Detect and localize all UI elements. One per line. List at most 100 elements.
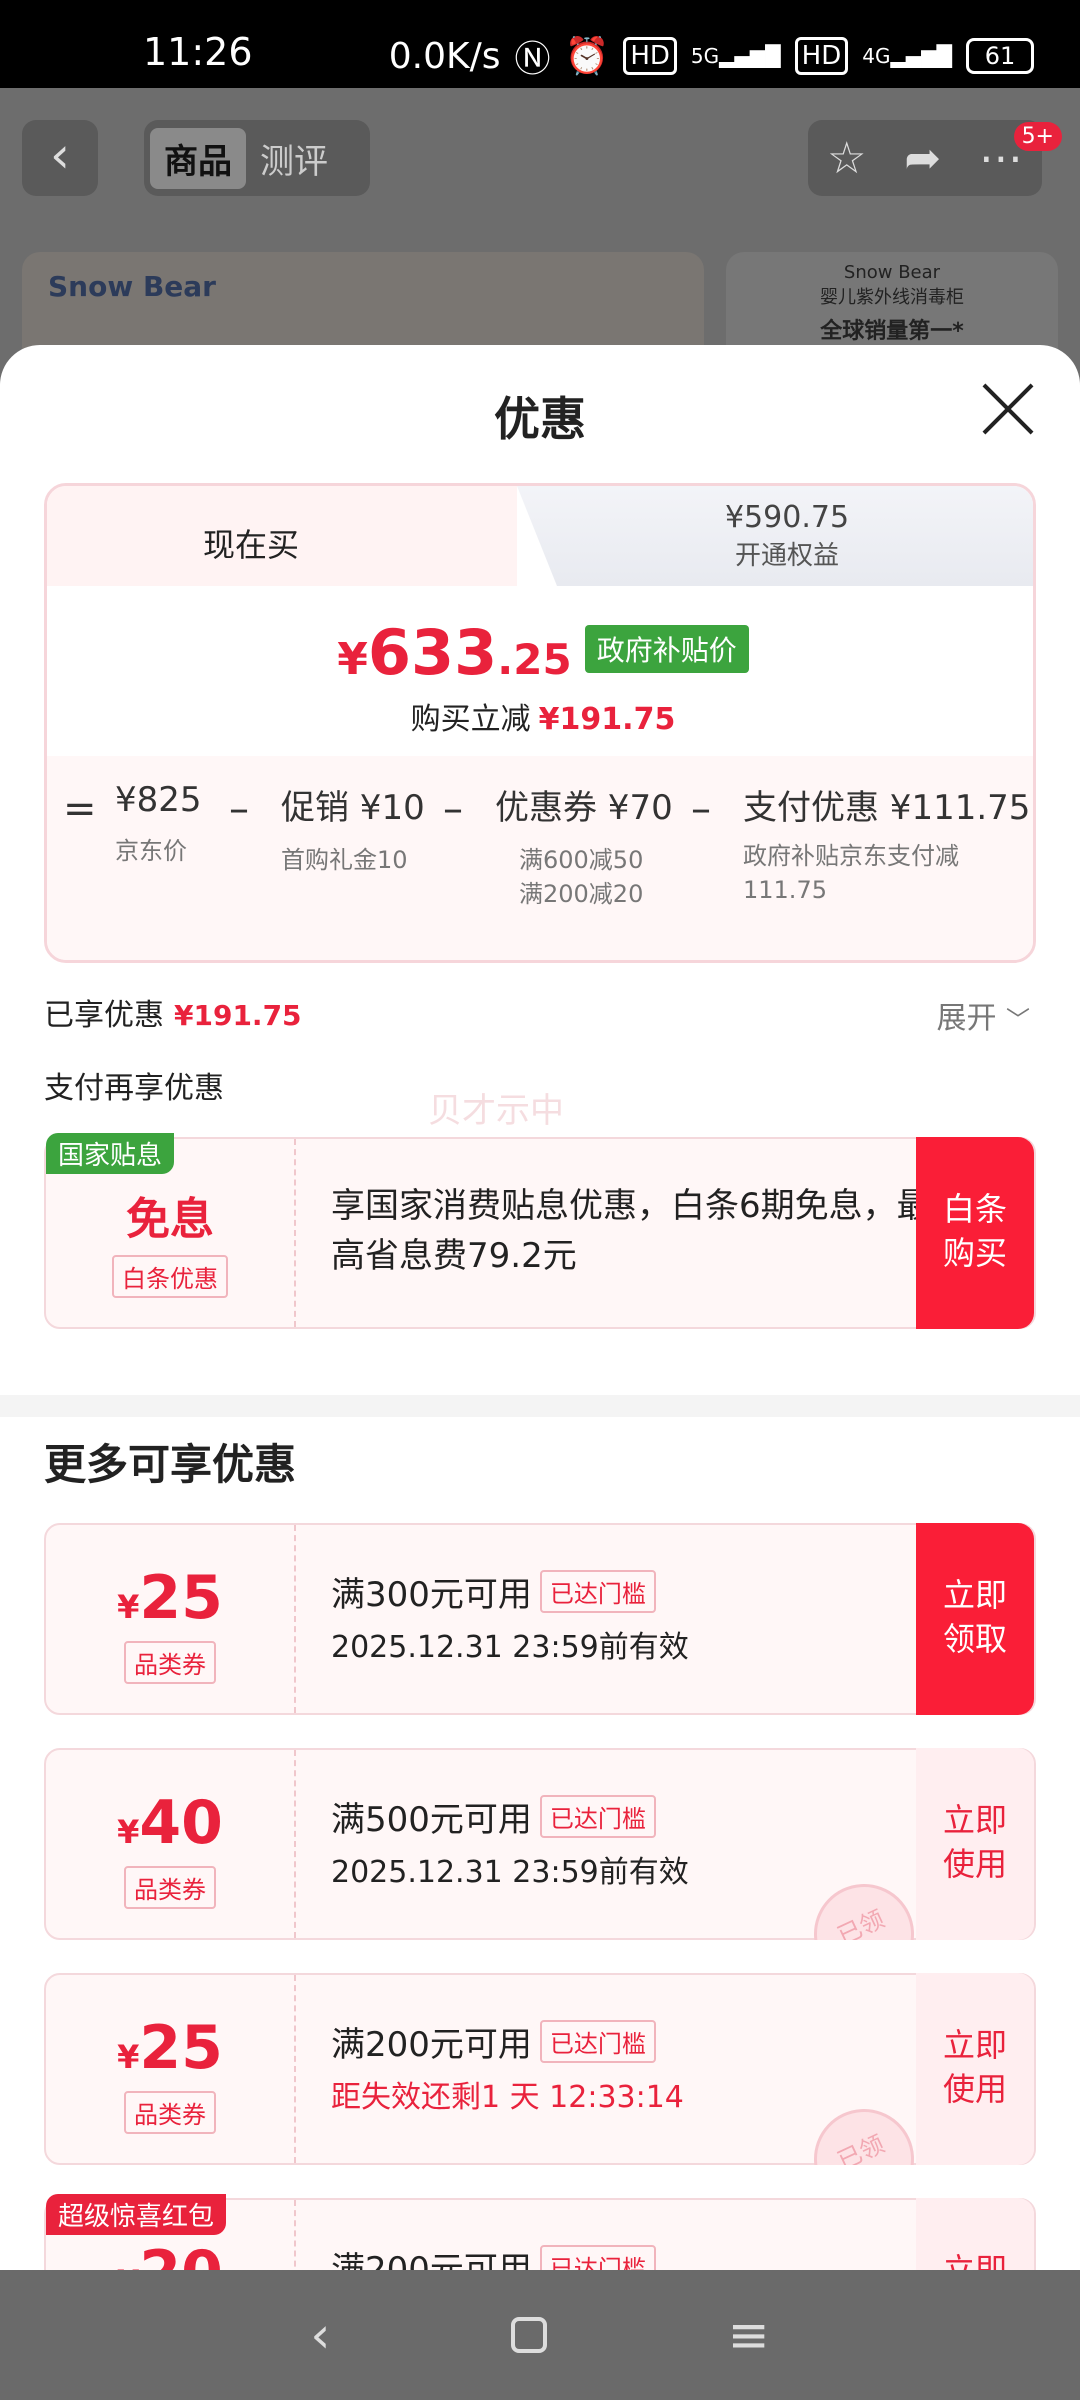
payment-discount: 支付优惠 ¥111.75 政府补贴京东支付减 111.75 bbox=[743, 780, 1030, 907]
tab-open-benefits[interactable]: ¥590.75 开通权益 bbox=[517, 486, 1033, 586]
interest-type: 白条优惠 bbox=[112, 1255, 228, 1298]
use-coupon-button[interactable]: 立即 使用 bbox=[916, 1973, 1034, 2165]
interest-free-offer: 免息 白条优惠 国家贴息 享国家消费贴息优惠，白条6期免息，最高省息费79.2元… bbox=[44, 1133, 1036, 1329]
baitiao-button-line-1: 白条 bbox=[942, 1190, 1007, 1228]
promo-discount: 促销 ¥10 首购礼金10 bbox=[281, 780, 425, 877]
coupon-discount: 优惠券 ¥70 满600减50 满200减20 bbox=[495, 780, 673, 911]
nav-back-icon[interactable]: ‹ bbox=[310, 2306, 330, 2364]
vip-label: 开通权益 bbox=[734, 541, 839, 571]
status-bar: 11:26 0.0K/s Ⓝ ⏰ HD 5G▂▄▆█ HD 4G▂▄▆█ 61 bbox=[0, 0, 1080, 88]
coupon-currency: ¥ bbox=[117, 2038, 140, 2076]
coupon-card: ¥25 品类券 满300元可用 已达门槛 2025.12.31 23:59前有效 … bbox=[44, 1523, 1036, 1715]
baitiao-buy-button[interactable]: 白条 购买 bbox=[916, 1137, 1034, 1329]
minus-sign: – bbox=[691, 786, 711, 832]
threshold-tag: 已达门槛 bbox=[539, 2020, 656, 2063]
coupon-currency: ¥ bbox=[117, 1588, 140, 1626]
use-coupon-button[interactable]: 立即 bbox=[916, 2198, 1034, 2270]
reduce-label: 购买立减 bbox=[410, 702, 531, 737]
coupon-amount-value: 20 bbox=[139, 2238, 223, 2270]
banner2-brand: Snow Bear bbox=[843, 262, 941, 283]
reduce-value: ¥191.75 bbox=[538, 702, 676, 737]
claimed-stamp: 已领 bbox=[806, 1884, 916, 1940]
section-divider bbox=[0, 1395, 1080, 1417]
coupon-currency: ¥ bbox=[117, 1813, 140, 1851]
coupon-info: 满300元可用 已达门槛 2025.12.31 23:59前有效 bbox=[331, 1567, 891, 1666]
jd-price-label: 京东价 bbox=[115, 837, 187, 865]
price-card: ¥590.75 开通权益 现在买 ¥633.25 政府补贴价 购买立减 ¥191.… bbox=[44, 483, 1036, 963]
product-page-background: ‹ 商品 测评 ☆ ➦ ⋯ 5+ Snow Bear Snow Bear 婴儿紫… bbox=[0, 88, 1080, 402]
use-coupon-button[interactable]: 立即 使用 bbox=[916, 1748, 1034, 1940]
claim-button-line-2: 领取 bbox=[942, 1620, 1007, 1658]
expand-button[interactable]: 展开 ﹀ bbox=[936, 993, 1030, 1037]
coupon-amount-value: 25 bbox=[139, 1563, 223, 1633]
share-icon[interactable]: ➦ bbox=[904, 133, 941, 184]
claim-button-line-1: 立即 bbox=[942, 1576, 1007, 1614]
coupon-amount-value: 25 bbox=[139, 2013, 223, 2083]
more-discounts-title: 更多可享优惠 bbox=[44, 1440, 297, 1489]
coupon-line-2: 满200减20 bbox=[519, 880, 644, 908]
coupon-amount: ¥40 bbox=[46, 1788, 294, 1858]
message-badge: 5+ bbox=[1013, 122, 1062, 151]
nav-menu-icon[interactable]: ≡ bbox=[728, 2306, 770, 2364]
nav-home-icon[interactable] bbox=[511, 2317, 548, 2353]
price-currency: ¥ bbox=[337, 634, 368, 685]
page-tabs: 商品 测评 bbox=[144, 120, 370, 196]
use-button-line-1: 立即 bbox=[942, 2026, 1007, 2064]
coupon-condition: 满500元可用 bbox=[331, 1800, 532, 1840]
coupon-type: 品类券 bbox=[124, 1866, 216, 1909]
favorite-star-icon[interactable]: ☆ bbox=[827, 133, 866, 184]
equals-sign: = bbox=[63, 786, 97, 832]
tab-goods[interactable]: 商品 bbox=[150, 127, 246, 189]
signal-5g-icon: 5G▂▄▆█ bbox=[690, 44, 781, 68]
coupon-left: ¥25 品类券 bbox=[46, 1525, 296, 1713]
coupon-info: 满200元可用 已达门槛 bbox=[331, 2242, 891, 2270]
system-nav-bar: ‹ ≡ bbox=[0, 2270, 1080, 2400]
coupon-value: 优惠券 ¥70 bbox=[495, 788, 673, 828]
coupon-type: 品类券 bbox=[124, 1641, 216, 1684]
watermark: 贝才示中 bbox=[428, 1091, 564, 1131]
claimed-stamp-label: 已领 bbox=[806, 1884, 916, 1940]
claim-coupon-button[interactable]: 立即 领取 bbox=[916, 1523, 1034, 1715]
coupon-condition: 满200元可用 bbox=[331, 2025, 532, 2065]
hd-icon-2: HD bbox=[794, 37, 849, 75]
coupon-condition: 满300元可用 bbox=[331, 1575, 532, 1615]
coupon-card: ¥40 品类券 满500元可用 已达门槛 2025.12.31 23:59前有效 … bbox=[44, 1748, 1036, 1940]
sheet-title: 优惠 bbox=[494, 392, 586, 446]
coupon-left: ¥25 品类券 bbox=[46, 1975, 296, 2163]
price-integer: 633 bbox=[367, 616, 498, 689]
use-button-line-2: 使用 bbox=[942, 2070, 1007, 2108]
hd-icon: HD bbox=[623, 37, 677, 75]
use-button-line-1: 立即 bbox=[942, 1801, 1007, 1839]
coupon-info: 满200元可用 已达门槛 距失效还剩1 天 12:33:14 bbox=[331, 2017, 891, 2116]
minus-sign: – bbox=[229, 786, 249, 832]
coupon-currency: ¥ bbox=[117, 2263, 139, 2270]
tab-buy-now[interactable]: 现在买 bbox=[47, 486, 517, 586]
enjoyed-value: ¥191.75 bbox=[174, 999, 302, 1032]
payment-line-1: 政府补贴京东支付减 bbox=[743, 842, 959, 870]
back-button[interactable]: ‹ bbox=[22, 120, 98, 196]
tab-review[interactable]: 测评 bbox=[246, 128, 342, 189]
coupon-type: 品类券 bbox=[124, 2091, 216, 2134]
payment-details: 政府补贴京东支付减 111.75 bbox=[743, 839, 1030, 907]
signal-5g-label: 5G bbox=[690, 44, 720, 68]
final-price: ¥633.25 政府补贴价 bbox=[47, 616, 1033, 689]
promo-label: 首购礼金10 bbox=[281, 846, 408, 874]
use-button-line-1: 立即 bbox=[942, 2251, 1007, 2270]
back-icon: ‹ bbox=[50, 126, 70, 184]
alarm-icon: ⏰ bbox=[564, 36, 610, 77]
coupon-card: ¥25 品类券 满200元可用 已达门槛 距失效还剩1 天 12:33:14 已领… bbox=[44, 1973, 1036, 2165]
interest-free-label: 免息 bbox=[126, 1194, 214, 1245]
threshold-tag: 已达门槛 bbox=[539, 1570, 656, 1613]
minus-sign: – bbox=[443, 786, 463, 832]
discount-sheet: 优惠 ¥590.75 开通权益 现在买 ¥633.25 政府补贴价 购买立减 ¥1… bbox=[0, 345, 1080, 2270]
clock: 11:26 bbox=[143, 30, 253, 74]
banner2-line1: 婴儿紫外线消毒柜 bbox=[820, 287, 964, 308]
coupon-amount-value: 40 bbox=[139, 1788, 223, 1858]
close-icon[interactable] bbox=[980, 381, 1036, 437]
pay-more-title: 支付再享优惠 bbox=[44, 1071, 224, 1106]
coupon-details: 满600减50 满200减20 bbox=[495, 843, 673, 911]
use-button-line-2: 使用 bbox=[942, 1845, 1007, 1883]
coupon-line-1: 满600减50 bbox=[519, 846, 644, 874]
enjoyed-label: 已享优惠 bbox=[44, 998, 164, 1033]
claimed-stamp-label: 已领 bbox=[806, 2109, 916, 2165]
